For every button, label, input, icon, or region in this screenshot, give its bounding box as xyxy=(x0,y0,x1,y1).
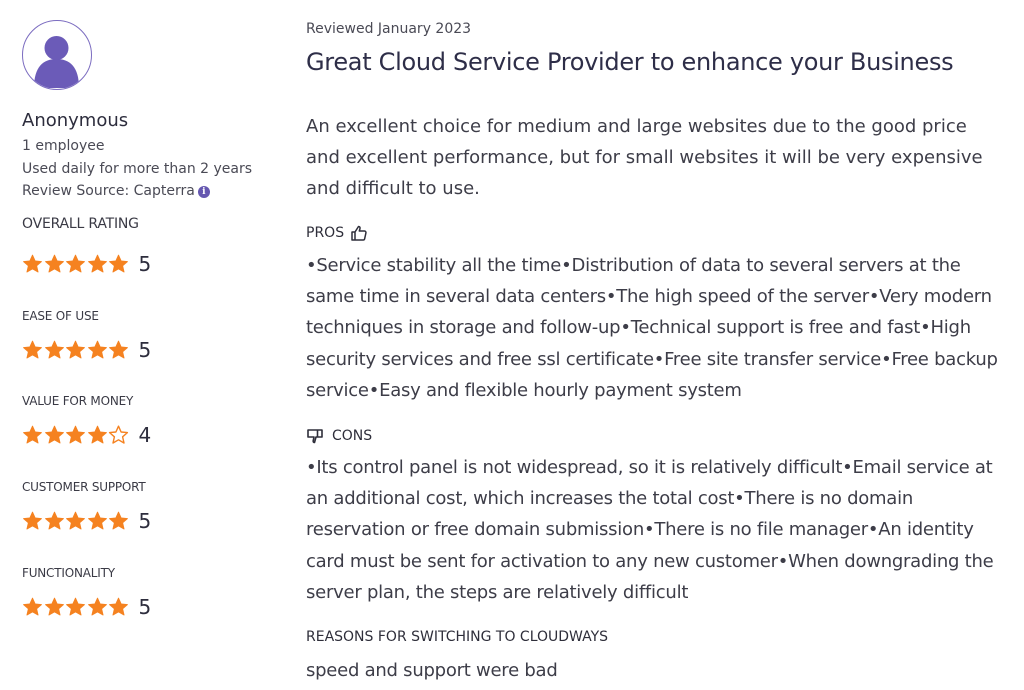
star-filled-icon xyxy=(66,254,85,273)
rating-value: 5 xyxy=(138,252,152,276)
rating-label-functionality: FUNCTIONALITY xyxy=(22,566,115,580)
review-date: Reviewed January 2023 xyxy=(306,21,472,37)
star-filled-icon xyxy=(109,597,128,616)
review-source-text: Review Source: Capterra xyxy=(22,183,195,199)
star-filled-icon xyxy=(44,340,64,359)
rating-label-overall: OVERALL RATING xyxy=(22,216,139,232)
star-filled-icon xyxy=(23,511,42,530)
star-filled-icon xyxy=(66,511,85,530)
rating-value: 4 xyxy=(138,423,152,447)
star-filled-icon xyxy=(23,597,42,616)
star-filled-icon xyxy=(44,254,64,273)
rating-ease-of-use: 5 xyxy=(22,338,151,362)
star-rating xyxy=(22,340,130,360)
star-filled-icon xyxy=(44,511,64,530)
star-rating xyxy=(22,254,130,274)
star-filled-icon xyxy=(87,425,107,444)
cons-heading: CONS xyxy=(306,427,372,445)
star-filled-icon xyxy=(66,425,85,444)
star-filled-icon xyxy=(66,340,85,359)
switching-reasons-label: REASONS FOR SWITCHING TO CLOUDWAYS xyxy=(306,629,609,645)
star-rating xyxy=(22,425,130,445)
pros-text: •Service stability all the time•Distribu… xyxy=(306,255,998,401)
pros-label: PROS xyxy=(306,225,345,241)
review-summary: An excellent choice for medium and large… xyxy=(306,116,983,199)
switching-reasons-heading: REASONS FOR SWITCHING TO CLOUDWAYS xyxy=(306,629,608,645)
rating-value: 5 xyxy=(138,338,152,362)
cons-text: •Its control panel is not widespread, so… xyxy=(306,457,994,603)
star-filled-icon xyxy=(109,340,128,359)
user-icon xyxy=(34,36,79,88)
rating-value: 5 xyxy=(138,509,152,533)
star-filled-icon xyxy=(87,511,107,530)
reviewer-name: Anonymous xyxy=(22,110,129,131)
cons-label: CONS xyxy=(332,428,373,444)
avatar xyxy=(22,20,92,90)
pros-heading: PROS xyxy=(306,224,368,242)
star-filled-icon xyxy=(87,340,107,359)
rating-functionality: 5 xyxy=(22,595,151,619)
star-filled-icon xyxy=(109,511,128,530)
switching-reasons-text: speed and support were bad xyxy=(306,660,558,681)
star-filled-icon xyxy=(44,597,64,616)
star-empty-icon xyxy=(108,425,129,444)
star-filled-icon xyxy=(109,254,128,273)
rating-label-value-for-money: VALUE FOR MONEY xyxy=(22,394,134,408)
review-title: Great Cloud Service Provider to enhance … xyxy=(306,48,954,76)
usage-duration: Used daily for more than 2 years xyxy=(22,161,253,177)
rating-customer-support: 5 xyxy=(22,509,151,533)
star-filled-icon xyxy=(66,597,85,616)
review-source: Review Source: Capterra i xyxy=(22,183,210,199)
star-rating xyxy=(22,597,130,617)
rating-overall: 5 xyxy=(22,252,151,276)
star-filled-icon xyxy=(87,597,107,616)
star-filled-icon xyxy=(44,425,64,444)
star-filled-icon xyxy=(87,254,107,273)
rating-value-for-money: 4 xyxy=(22,423,151,447)
rating-label-customer-support: CUSTOMER SUPPORT xyxy=(22,480,146,494)
star-filled-icon xyxy=(23,425,42,444)
rating-label-ease-of-use: EASE OF USE xyxy=(22,309,99,323)
star-filled-icon xyxy=(23,254,42,273)
thumbs-up-icon xyxy=(351,225,367,241)
rating-value: 5 xyxy=(138,595,152,619)
star-rating xyxy=(22,511,130,531)
thumbs-down-icon xyxy=(307,429,323,444)
info-icon[interactable]: i xyxy=(197,186,210,198)
star-filled-icon xyxy=(23,340,42,359)
company-size: 1 employee xyxy=(22,138,105,154)
